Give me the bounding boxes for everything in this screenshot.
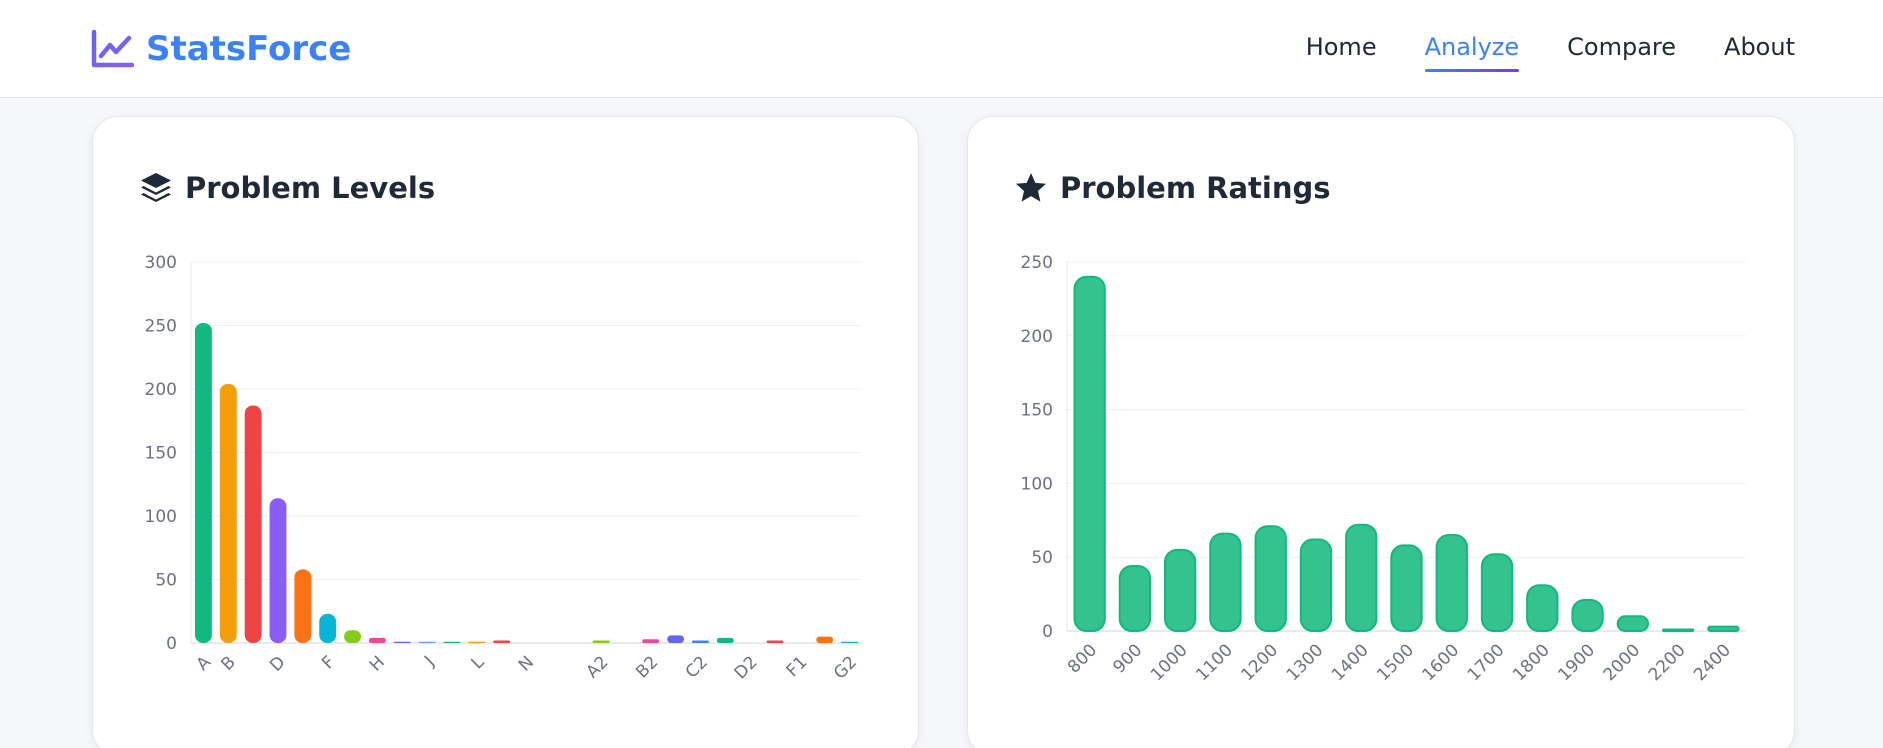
y-tick-label: 0 [1042, 622, 1053, 642]
y-tick-label: 100 [145, 507, 177, 527]
bar [344, 630, 361, 643]
bar [493, 640, 511, 643]
bar [1707, 625, 1740, 632]
brand-logo[interactable]: StatsForce [90, 26, 351, 72]
x-tick-label: 900 [1109, 640, 1146, 677]
bar [1480, 553, 1514, 632]
x-tick-label: A2 [583, 652, 613, 682]
bar [1209, 532, 1242, 633]
x-tick-label: F [318, 652, 339, 673]
bar [841, 641, 859, 643]
y-tick-label: 200 [1021, 327, 1053, 347]
x-tick-label: 2000 [1600, 640, 1645, 685]
x-tick-label: C2 [682, 652, 712, 682]
top-navbar: StatsForce Home Analyze Compare About [0, 0, 1883, 98]
bar [1164, 548, 1197, 633]
bar [368, 637, 386, 643]
bar [1299, 538, 1333, 633]
x-tick-label: L [467, 652, 488, 673]
bar [1526, 584, 1559, 632]
bar [1435, 534, 1468, 632]
y-tick-label: 50 [155, 571, 177, 591]
bar [1571, 599, 1604, 632]
x-tick-label: G2 [830, 652, 861, 683]
bar [468, 641, 486, 643]
x-tick-label: 1700 [1464, 640, 1509, 685]
x-tick-label: B [217, 652, 239, 674]
bar [1616, 615, 1649, 632]
x-tick-label: D [266, 652, 289, 675]
bar [1254, 525, 1287, 633]
bar [1661, 628, 1695, 632]
bar [1345, 523, 1378, 632]
nav-home-link[interactable]: Home [1306, 30, 1377, 72]
y-tick-label: 50 [1031, 548, 1053, 568]
x-tick-label: 1300 [1283, 640, 1328, 685]
brand-name: StatsForce [146, 29, 352, 69]
bar [766, 640, 784, 643]
x-tick-label: A [193, 652, 216, 675]
nav-about-link[interactable]: About [1724, 30, 1795, 72]
bar [294, 569, 312, 643]
bar [194, 322, 212, 643]
bar [393, 641, 411, 643]
trending-line-icon [91, 29, 134, 68]
bar [692, 640, 709, 643]
y-tick-label: 150 [1021, 401, 1053, 421]
x-tick-label: 800 [1064, 640, 1101, 677]
x-tick-label: 1800 [1509, 640, 1554, 685]
x-tick-label: H [366, 652, 389, 675]
y-tick-label: 200 [145, 380, 177, 400]
bar [319, 613, 337, 643]
y-tick-label: 100 [1021, 474, 1053, 494]
x-tick-label: 1400 [1328, 640, 1373, 685]
nav-compare-link[interactable]: Compare [1567, 30, 1676, 72]
problem-levels-chart: 0 50 100 150 200 250 300 A B D F H J L N A2 B2 C2 D2 F1 G2 [145, 253, 862, 684]
bar [1073, 275, 1106, 632]
bar [716, 637, 734, 643]
y-tick-label: 0 [166, 634, 177, 654]
problem-levels-card: Problem Levels 0 50 100 150 200 250 300 A B D F H J L… [92, 116, 919, 748]
x-tick-label: 1500 [1373, 640, 1418, 685]
x-tick-label: 1200 [1238, 640, 1283, 685]
x-tick-label: 1000 [1147, 640, 1192, 685]
y-tick-label: 300 [145, 253, 177, 273]
nav-analyze-link[interactable]: Analyze [1424, 30, 1519, 72]
bar [816, 636, 834, 643]
bar [244, 405, 262, 643]
main-nav: Home Analyze Compare About [1258, 30, 1795, 72]
x-tick-label: N [515, 652, 538, 675]
bar [1118, 565, 1152, 632]
bar [269, 498, 287, 643]
x-tick-label: 1100 [1192, 640, 1237, 685]
x-tick-label: J [420, 652, 438, 670]
x-tick-label: 1600 [1419, 640, 1464, 685]
bar [667, 635, 685, 643]
bar [642, 639, 660, 643]
bar [443, 641, 461, 643]
x-tick-label: B2 [632, 652, 662, 682]
bar [1390, 544, 1423, 632]
x-tick-label: 2200 [1645, 640, 1690, 685]
x-tick-label: 2400 [1690, 640, 1735, 685]
y-tick-label: 150 [145, 444, 177, 464]
problem-ratings-card: Problem Ratings 0 50 100 150 200 250 800 900 100… [967, 116, 1795, 748]
x-tick-label: 1900 [1554, 640, 1599, 685]
bar [418, 641, 436, 643]
y-tick-label: 250 [145, 317, 177, 337]
problem-ratings-chart: 0 50 100 150 200 250 800 900 1000 1100 1200 1300 140… [1021, 253, 1746, 685]
bar [592, 640, 610, 643]
y-tick-label: 250 [1021, 253, 1053, 273]
bar [219, 383, 237, 643]
x-tick-label: D2 [731, 652, 762, 683]
x-tick-label: F1 [783, 652, 812, 681]
